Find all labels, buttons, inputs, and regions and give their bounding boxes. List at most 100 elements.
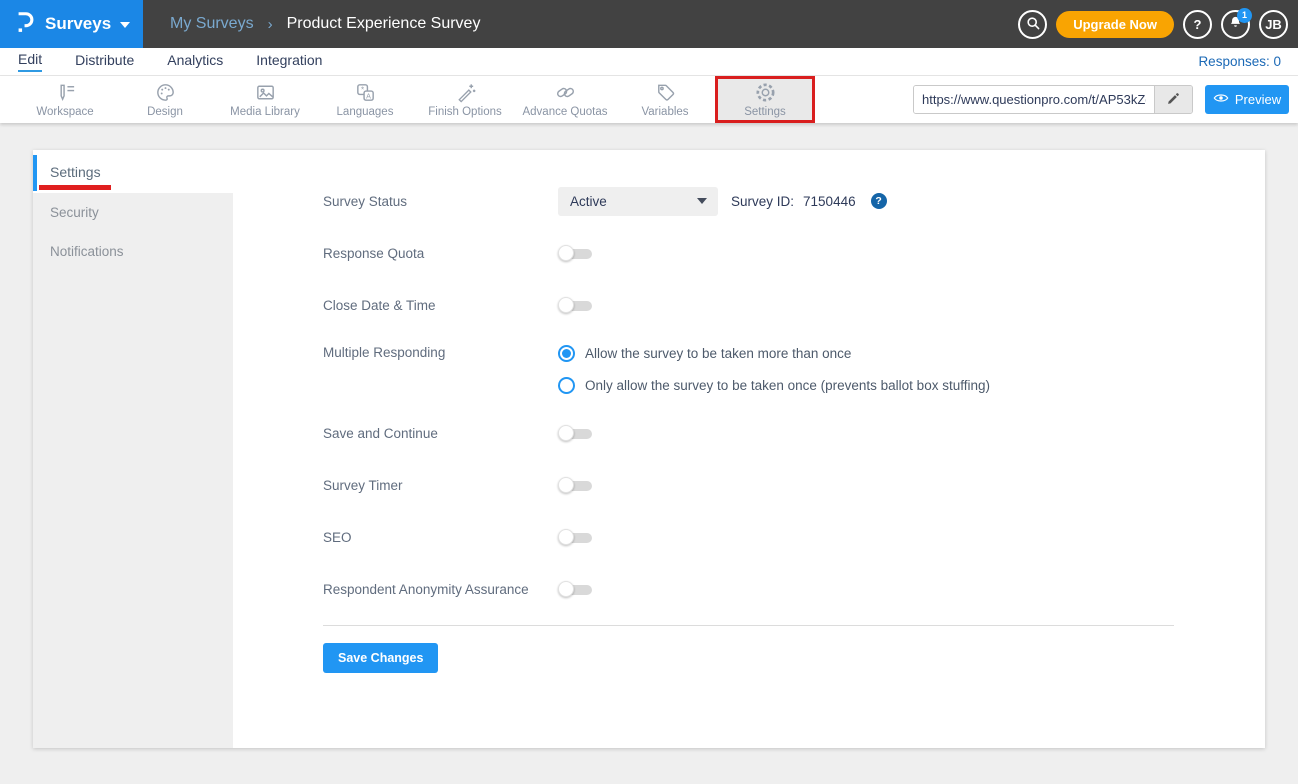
radio-option-label: Allow the survey to be taken more than o… — [585, 346, 851, 361]
breadcrumb-separator: › — [268, 16, 273, 33]
survey-timer-toggle[interactable] — [558, 477, 592, 493]
notification-badge: 1 — [1237, 8, 1252, 23]
image-icon — [254, 81, 277, 104]
survey-timer-row: Survey Timer — [323, 470, 1265, 500]
questionpro-logo-icon — [14, 9, 36, 40]
survey-id-help-icon[interactable]: ? — [871, 193, 887, 209]
edit-url-button[interactable] — [1154, 86, 1192, 113]
notifications-button[interactable]: 1 — [1221, 10, 1250, 39]
multiple-responding-label: Multiple Responding — [323, 342, 558, 360]
radio-only-once[interactable]: Only allow the survey to be taken once (… — [558, 377, 990, 394]
survey-title: Product Experience Survey — [287, 15, 481, 33]
save-continue-row: Save and Continue — [323, 418, 1265, 448]
toolbar-item-languages[interactable]: * A Languages — [315, 76, 415, 123]
survey-url-input[interactable] — [914, 86, 1154, 113]
multiple-responding-options: Allow the survey to be taken more than o… — [558, 342, 990, 394]
form-divider — [323, 625, 1174, 626]
toolbar-label: Workspace — [36, 106, 93, 118]
survey-id-label: Survey ID: — [731, 194, 794, 209]
toolbar-label: Variables — [641, 106, 688, 118]
product-switcher[interactable]: Surveys — [0, 0, 143, 48]
active-red-underline — [39, 185, 111, 190]
search-button[interactable] — [1018, 10, 1047, 39]
toolbar-label: Settings — [744, 106, 786, 118]
breadcrumb: My Surveys › Product Experience Survey — [170, 0, 480, 48]
respondent-anonymity-label: Respondent Anonymity Assurance — [323, 582, 558, 597]
toolbar-item-media-library[interactable]: Media Library — [215, 76, 315, 123]
workspace-icon — [54, 81, 77, 104]
save-continue-toggle[interactable] — [558, 425, 592, 441]
nav-tabs: Edit Distribute Analytics Integration Re… — [0, 48, 1298, 76]
avatar[interactable]: JB — [1259, 10, 1288, 39]
question-mark-icon: ? — [1194, 17, 1202, 32]
sidebar-item-settings[interactable]: Settings — [33, 150, 233, 193]
magic-wand-icon — [454, 81, 477, 104]
toolbar-item-workspace[interactable]: Workspace — [15, 76, 115, 123]
survey-status-row: Survey Status Active Survey ID: 7150446 … — [323, 186, 1265, 216]
pencil-icon — [1166, 91, 1181, 109]
sidebar-item-label: Settings — [50, 164, 101, 180]
toolbar-label: Advance Quotas — [522, 106, 607, 118]
tab-integration[interactable]: Integration — [256, 52, 322, 71]
topbar: Surveys My Surveys › Product Experience … — [0, 0, 1298, 48]
survey-url-group — [913, 85, 1193, 114]
eye-icon — [1213, 92, 1229, 107]
response-quota-toggle[interactable] — [558, 245, 592, 261]
chevron-down-icon — [120, 22, 130, 28]
tag-icon — [654, 81, 677, 104]
respondent-anonymity-toggle[interactable] — [558, 581, 592, 597]
close-date-row: Close Date & Time — [323, 290, 1265, 320]
toolbar-item-design[interactable]: Design — [115, 76, 215, 123]
save-continue-label: Save and Continue — [323, 426, 558, 441]
responses-count[interactable]: Responses: 0 — [1198, 54, 1281, 69]
preview-label: Preview — [1235, 92, 1281, 107]
seo-toggle[interactable] — [558, 529, 592, 545]
toolbar-label: Languages — [337, 106, 394, 118]
edit-toolbar: Workspace Design — [0, 76, 1298, 123]
respondent-anonymity-row: Respondent Anonymity Assurance — [323, 574, 1265, 604]
radio-selected-icon — [558, 345, 575, 362]
survey-id-value: 7150446 — [803, 194, 856, 209]
response-quota-row: Response Quota — [323, 238, 1265, 268]
radio-unselected-icon — [558, 377, 575, 394]
radio-allow-multiple[interactable]: Allow the survey to be taken more than o… — [558, 345, 990, 362]
multiple-responding-row: Multiple Responding Allow the survey to … — [323, 342, 1265, 394]
survey-status-value: Active — [570, 194, 607, 209]
product-name: Surveys — [45, 14, 111, 34]
sidebar-item-label: Security — [50, 205, 99, 220]
sidebar-item-security[interactable]: Security — [33, 193, 233, 232]
settings-sidebar: Settings Security Notifications — [33, 150, 233, 748]
preview-button[interactable]: Preview — [1205, 85, 1289, 114]
toolbar-label: Finish Options — [428, 106, 502, 118]
seo-label: SEO — [323, 530, 558, 545]
tab-analytics[interactable]: Analytics — [167, 52, 223, 71]
tab-edit[interactable]: Edit — [18, 51, 42, 72]
toolbar-item-settings[interactable]: Settings — [715, 76, 815, 123]
settings-form: Survey Status Active Survey ID: 7150446 … — [323, 186, 1265, 673]
chain-link-icon — [554, 81, 577, 104]
close-date-toggle[interactable] — [558, 297, 592, 313]
help-button[interactable]: ? — [1183, 10, 1212, 39]
survey-status-label: Survey Status — [323, 194, 558, 209]
toolbar-label: Design — [147, 106, 183, 118]
survey-status-select[interactable]: Active — [558, 187, 718, 216]
sidebar-item-notifications[interactable]: Notifications — [33, 232, 233, 271]
save-changes-button[interactable]: Save Changes — [323, 643, 438, 673]
settings-panel: Settings Security Notifications Survey S… — [33, 150, 1265, 748]
survey-timer-label: Survey Timer — [323, 478, 558, 493]
toolbar-item-finish-options[interactable]: Finish Options — [415, 76, 515, 123]
upgrade-now-button[interactable]: Upgrade Now — [1056, 11, 1174, 38]
translate-icon: * A — [354, 81, 377, 104]
svg-text:A: A — [366, 92, 371, 100]
search-icon — [1025, 15, 1041, 34]
breadcrumb-my-surveys[interactable]: My Surveys — [170, 15, 254, 33]
sidebar-item-label: Notifications — [50, 244, 124, 259]
tab-distribute[interactable]: Distribute — [75, 52, 134, 71]
toolbar-item-variables[interactable]: Variables — [615, 76, 715, 123]
gear-icon — [754, 81, 777, 104]
avatar-initials: JB — [1265, 17, 1282, 32]
toolbar-item-advance-quotas[interactable]: Advance Quotas — [515, 76, 615, 123]
survey-id-group: Survey ID: 7150446 — [731, 194, 856, 209]
response-quota-label: Response Quota — [323, 246, 558, 261]
radio-option-label: Only allow the survey to be taken once (… — [585, 378, 990, 393]
